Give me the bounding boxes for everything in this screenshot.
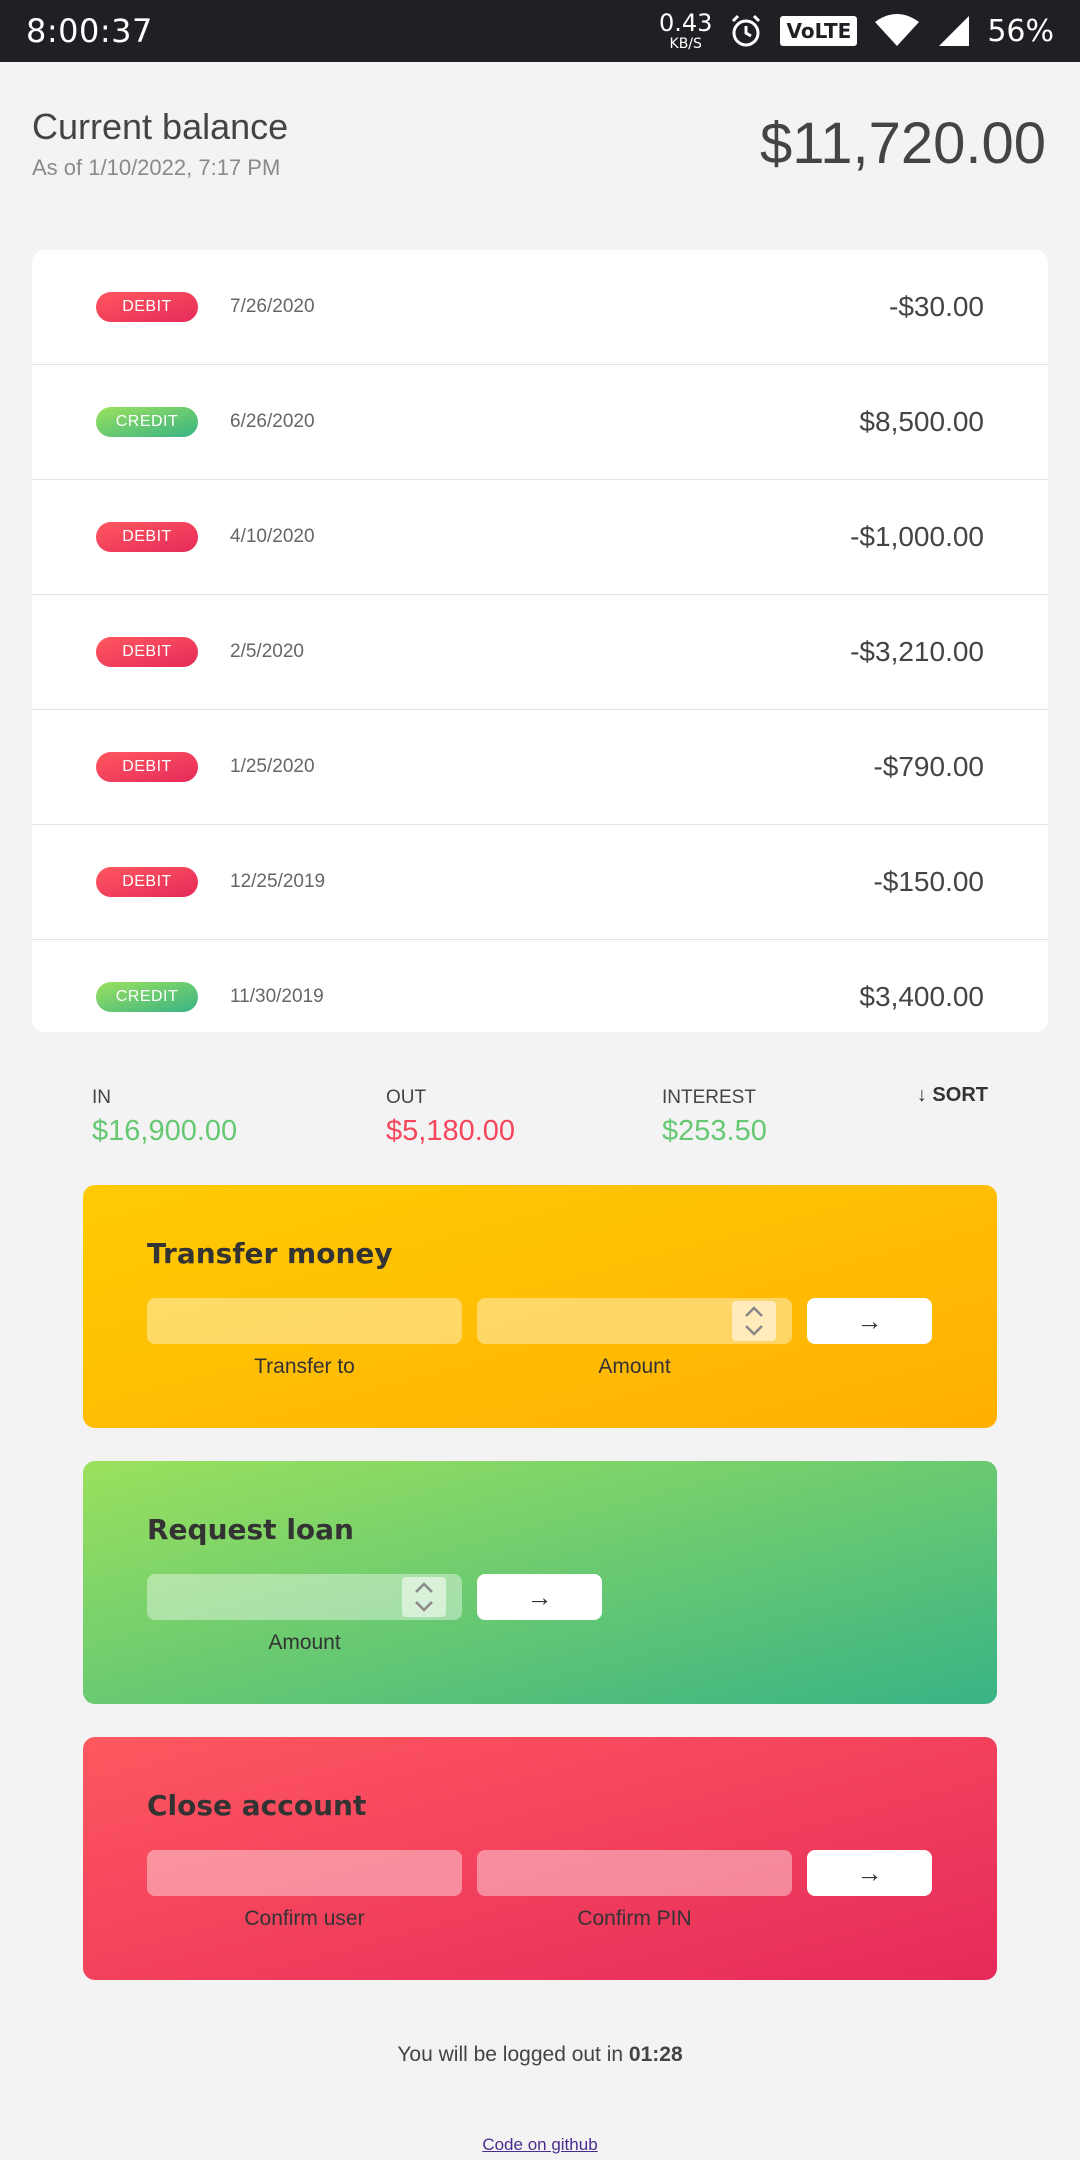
- close-account-card: Close account Confirm user Confirm PIN →: [83, 1737, 997, 1980]
- status-bar: 8:00:37 0.43 KB/S VoLTE 56%: [0, 0, 1080, 62]
- transfer-amount-label: Amount: [598, 1355, 671, 1378]
- wifi-icon: [873, 14, 921, 48]
- balance-date: As of 1/10/2022, 7:17 PM: [32, 155, 281, 180]
- transfer-to-label: Transfer to: [254, 1355, 355, 1378]
- movement-date: 11/30/2019: [230, 986, 324, 1007]
- confirm-user-label: Confirm user: [244, 1907, 365, 1930]
- movement-row: DEBIT 12/25/2019 -$150.00: [32, 825, 1048, 940]
- movement-date: 2/5/2020: [230, 641, 304, 662]
- movement-amount: -$3,210.00: [850, 636, 984, 667]
- status-time: 8:00:37: [26, 12, 153, 50]
- summary-interest-value: $253.50: [662, 1115, 767, 1147]
- summary-out-label: OUT: [386, 1087, 427, 1108]
- loan-submit-button[interactable]: →: [477, 1574, 602, 1620]
- movement-type-badge: CREDIT: [96, 982, 198, 1012]
- sort-button[interactable]: ↓ SORT: [917, 1084, 988, 1107]
- movement-type-badge: DEBIT: [96, 292, 198, 322]
- network-speed: 0.43 KB/S: [659, 11, 712, 51]
- movement-row: DEBIT 4/10/2020 -$1,000.00: [32, 480, 1048, 595]
- movement-date: 4/10/2020: [230, 526, 315, 547]
- confirm-user-input[interactable]: [147, 1850, 462, 1896]
- loan-amount-stepper[interactable]: [402, 1577, 446, 1617]
- movement-amount: -$1,000.00: [850, 521, 984, 552]
- network-speed-value: 0.43: [659, 9, 713, 37]
- network-speed-unit: KB/S: [669, 36, 702, 52]
- close-title: Close account: [147, 1789, 367, 1822]
- movement-date: 12/25/2019: [230, 871, 326, 892]
- movement-row: DEBIT 2/5/2020 -$3,210.00: [32, 595, 1048, 710]
- logout-timer: 01:28: [628, 2043, 683, 2066]
- transfer-amount-input[interactable]: [477, 1298, 792, 1344]
- movement-row: DEBIT 7/26/2020 -$30.00: [32, 250, 1048, 365]
- request-loan-card: Request loan Amount →: [83, 1461, 997, 1704]
- summary-out-value: $5,180.00: [386, 1115, 516, 1147]
- movement-amount: $8,500.00: [859, 406, 984, 437]
- transfer-title: Transfer money: [147, 1237, 393, 1270]
- movement-type-badge: DEBIT: [96, 637, 198, 667]
- movement-amount: $3,400.00: [859, 981, 984, 1012]
- loan-amount-input[interactable]: [147, 1574, 462, 1620]
- movement-amount: -$790.00: [873, 751, 984, 782]
- transfer-to-input[interactable]: [147, 1298, 462, 1344]
- movement-date: 6/26/2020: [230, 411, 315, 432]
- movement-date: 1/25/2020: [230, 756, 315, 777]
- summary-in-label: IN: [92, 1087, 111, 1108]
- balance-title: Current balance: [32, 106, 289, 147]
- transfer-submit-button[interactable]: →: [807, 1298, 932, 1344]
- movement-row: DEBIT 1/25/2020 -$790.00: [32, 710, 1048, 825]
- movement-type-badge: DEBIT: [96, 522, 198, 552]
- movement-date: 7/26/2020: [230, 296, 315, 317]
- battery-level: 56%: [987, 13, 1054, 49]
- confirm-pin-label: Confirm PIN: [577, 1907, 692, 1930]
- stepper-arrows-icon: [415, 1582, 433, 1612]
- github-link[interactable]: Code on github: [0, 2135, 1080, 2155]
- close-submit-button[interactable]: →: [807, 1850, 932, 1896]
- signal-icon: [937, 14, 971, 48]
- movement-type-badge: CREDIT: [96, 407, 198, 437]
- status-icons: 0.43 KB/S VoLTE 56%: [659, 11, 1054, 51]
- volte-badge: VoLTE: [780, 16, 858, 46]
- movement-row: CREDIT 11/30/2019 $3,400.00: [32, 940, 1048, 1032]
- transfer-money-card: Transfer money Transfer to Amount →: [83, 1185, 997, 1428]
- logout-text: You will be logged out in: [397, 2043, 629, 2066]
- movement-amount: -$150.00: [873, 866, 984, 897]
- summary-interest-label: INTEREST: [662, 1087, 756, 1108]
- loan-title: Request loan: [147, 1513, 354, 1546]
- movement-type-badge: DEBIT: [96, 867, 198, 897]
- movement-type-badge: DEBIT: [96, 752, 198, 782]
- alarm-icon: [728, 13, 764, 49]
- confirm-pin-input[interactable]: [477, 1850, 792, 1896]
- movement-row: CREDIT 6/26/2020 $8,500.00: [32, 365, 1048, 480]
- stepper-arrows-icon: [745, 1306, 763, 1336]
- loan-amount-label: Amount: [268, 1631, 341, 1654]
- balance-value: $11,720.00: [760, 111, 1046, 176]
- logout-timer-text: You will be logged out in 01:28: [0, 2043, 1080, 2067]
- transfer-amount-stepper[interactable]: [732, 1301, 776, 1341]
- movements-list: DEBIT 7/26/2020 -$30.00 CREDIT 6/26/2020…: [32, 250, 1048, 1032]
- movement-amount: -$30.00: [889, 291, 984, 322]
- summary-in-value: $16,900.00: [92, 1115, 238, 1147]
